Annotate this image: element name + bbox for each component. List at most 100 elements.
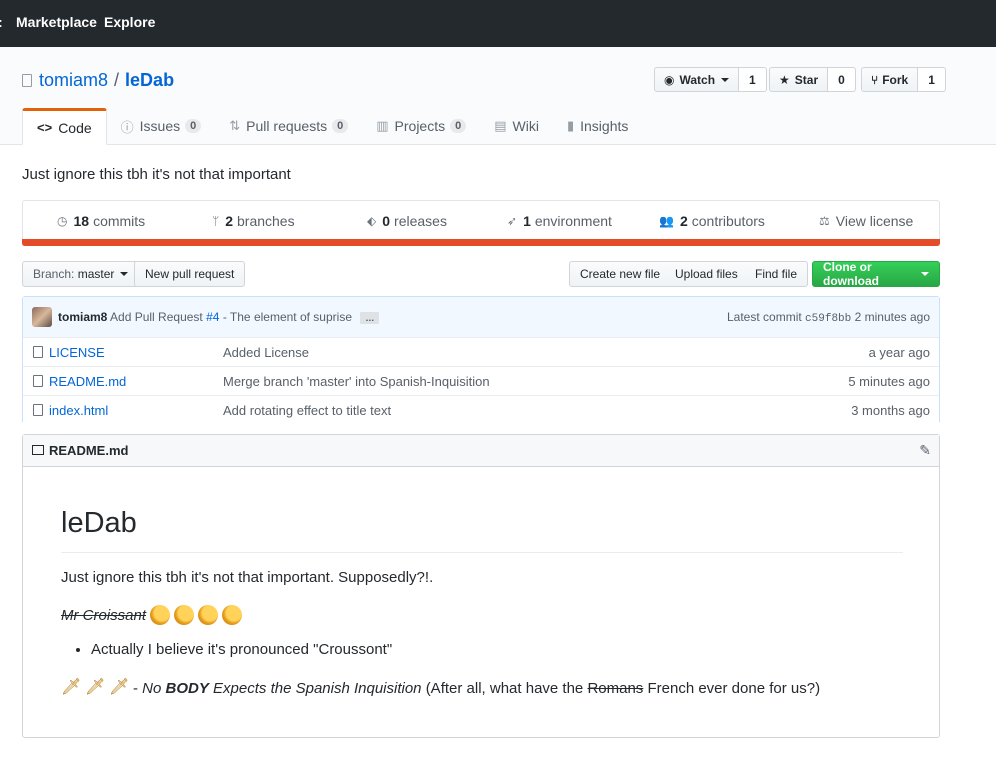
star-count[interactable]: 0 <box>828 67 856 92</box>
issue-ref-link[interactable]: #4 <box>206 310 219 324</box>
tab-label: Insights <box>580 118 629 134</box>
croissant-icon <box>174 605 195 625</box>
releases-link[interactable]: ⬖ 0 releases <box>367 213 447 229</box>
avatar[interactable] <box>32 307 52 327</box>
environment-count: 1 <box>523 213 531 229</box>
file-name-link[interactable]: LICENSE <box>49 345 105 360</box>
tab-counter: 0 <box>185 119 202 133</box>
latest-commit: Latest commit c59f8bb 2 minutes ago <box>727 310 930 325</box>
body-text: BODY <box>165 679 209 697</box>
watch-group: ◉ Watch 1 <box>654 67 767 92</box>
star-label: Star <box>794 72 819 87</box>
file-commit-message[interactable]: Merge branch 'master' into Spanish-Inqui… <box>223 374 490 389</box>
expects-text: Expects the Spanish Inquisition <box>213 679 422 697</box>
commit-author[interactable]: tomiam8 <box>58 310 107 324</box>
latest-commit-label: Latest commit <box>727 310 802 324</box>
branches-label: branches <box>237 213 295 229</box>
file-age: 5 minutes ago <box>848 374 930 389</box>
law-icon: ⚖ <box>819 214 830 228</box>
upload-files-button[interactable]: Upload files <box>665 261 749 287</box>
file-name-link[interactable]: index.html <box>49 403 108 418</box>
commit-message-suffix[interactable]: - The element of suprise <box>223 310 352 324</box>
readme-box: README.md ✎ leDab Just ignore this tbh i… <box>22 434 940 738</box>
language-bar[interactable] <box>22 239 940 246</box>
repo-name-link[interactable]: leDab <box>125 70 174 91</box>
environment-link[interactable]: ➶ 1 environment <box>507 213 612 229</box>
commit-tease: tomiam8 Add Pull Request #4 - The elemen… <box>23 297 939 338</box>
branch-name: master <box>77 267 115 281</box>
contributors-label: contributors <box>691 213 765 229</box>
releases-label: releases <box>394 213 447 229</box>
tab-label: Pull requests <box>246 118 328 134</box>
commit-message[interactable]: Add Pull Request <box>110 310 203 324</box>
branch-icon: ᛘ <box>212 214 220 228</box>
wiki-icon: ▤ <box>494 118 507 133</box>
find-file-button[interactable]: Find file <box>745 261 809 287</box>
chevron-down-icon <box>120 272 129 276</box>
fork-button[interactable]: ⑂ Fork <box>861 67 919 92</box>
global-header: : Marketplace Explore <box>0 0 996 47</box>
commit-summary: tomiam8 Add Pull Request #4 - The elemen… <box>58 310 380 324</box>
clone-download-button[interactable]: Clone or download <box>812 260 940 288</box>
chevron-down-icon <box>721 77 730 82</box>
table-row: index.html Add rotating effect to title … <box>23 395 939 425</box>
code-icon: <> <box>37 120 53 135</box>
file-list: tomiam8 Add Pull Request #4 - The elemen… <box>22 296 940 425</box>
license-label: View license <box>835 213 914 229</box>
star-button[interactable]: ★ Star <box>769 67 829 92</box>
readme-paragraph: Just ignore this tbh it's not that impor… <box>61 569 434 586</box>
pencil-icon[interactable]: ✎ <box>919 442 931 459</box>
repo-description: Just ignore this tbh it's not that impor… <box>22 166 291 183</box>
readme-header: README.md ✎ <box>23 435 939 467</box>
file-commit-message[interactable]: Add rotating effect to title text <box>223 403 391 418</box>
repo-icon <box>22 74 32 87</box>
tab-projects[interactable]: ▥ Projects 0 <box>362 108 480 144</box>
file-icon <box>33 404 43 416</box>
tab-label: Code <box>58 119 92 136</box>
repo-title: tomiam8 / leDab <box>22 70 174 91</box>
table-row: LICENSE Added License a year ago <box>23 337 939 367</box>
contributors-link[interactable]: 👥 2 contributors <box>659 213 765 229</box>
tab-issues[interactable]: ⓘ Issues 0 <box>107 108 216 144</box>
branches-link[interactable]: ᛘ 2 branches <box>212 213 295 229</box>
watch-button[interactable]: ◉ Watch <box>654 67 740 92</box>
file-icon <box>33 346 43 358</box>
dagger-icon: 🗡 <box>61 679 82 696</box>
watch-count[interactable]: 1 <box>739 67 767 92</box>
dash-text: - <box>133 679 138 697</box>
branch-select-button[interactable]: Branch: master <box>22 261 140 287</box>
croissant-icon <box>150 605 171 625</box>
expand-commit-button[interactable]: … <box>360 312 380 324</box>
file-commit-message[interactable]: Added License <box>223 345 309 360</box>
croissant-icon <box>222 605 243 625</box>
repo-header: tomiam8 / leDab ◉ Watch 1 ★ Star 0 ⑂ For… <box>0 47 996 145</box>
commits-link[interactable]: ◷ 18 commits <box>57 213 145 229</box>
path-separator: / <box>114 70 120 90</box>
tab-wiki[interactable]: ▤ Wiki <box>480 108 553 144</box>
readme-paragraph-inquisition: 🗡 🗡 🗡 - No BODY Expects the Spanish Inqu… <box>61 679 820 697</box>
repo-owner-link[interactable]: tomiam8 <box>39 70 108 91</box>
tab-code[interactable]: <> Code <box>22 108 107 145</box>
end-text: French ever done for us?) <box>647 679 821 697</box>
file-age: 3 months ago <box>851 403 930 418</box>
file-name-link[interactable]: README.md <box>49 374 126 389</box>
nav-marketplace[interactable]: Marketplace <box>16 14 97 30</box>
create-new-file-button[interactable]: Create new file <box>569 261 672 287</box>
branch-prefix: Branch: <box>33 267 75 281</box>
commit-sha-link[interactable]: c59f8bb <box>805 313 851 325</box>
readme-strike-paragraph: Mr Croissant <box>61 605 243 625</box>
branches-count: 2 <box>225 213 233 229</box>
fork-label: Fork <box>882 72 909 87</box>
fork-count[interactable]: 1 <box>918 67 946 92</box>
new-pull-request-button[interactable]: New pull request <box>134 261 246 287</box>
tab-pull-requests[interactable]: ⇅ Pull requests 0 <box>215 108 362 144</box>
dagger-icon: 🗡 <box>85 679 106 696</box>
readme-title: README.md <box>49 443 129 458</box>
strike-text: Mr Croissant <box>61 606 147 624</box>
tag-icon: ⬖ <box>367 214 377 228</box>
license-link[interactable]: ⚖ View license <box>819 213 913 229</box>
nav-explore[interactable]: Explore <box>104 14 155 30</box>
contributors-count: 2 <box>679 213 688 229</box>
nav-fragment: : <box>0 14 3 30</box>
tab-insights[interactable]: ▮ Insights <box>553 108 642 144</box>
